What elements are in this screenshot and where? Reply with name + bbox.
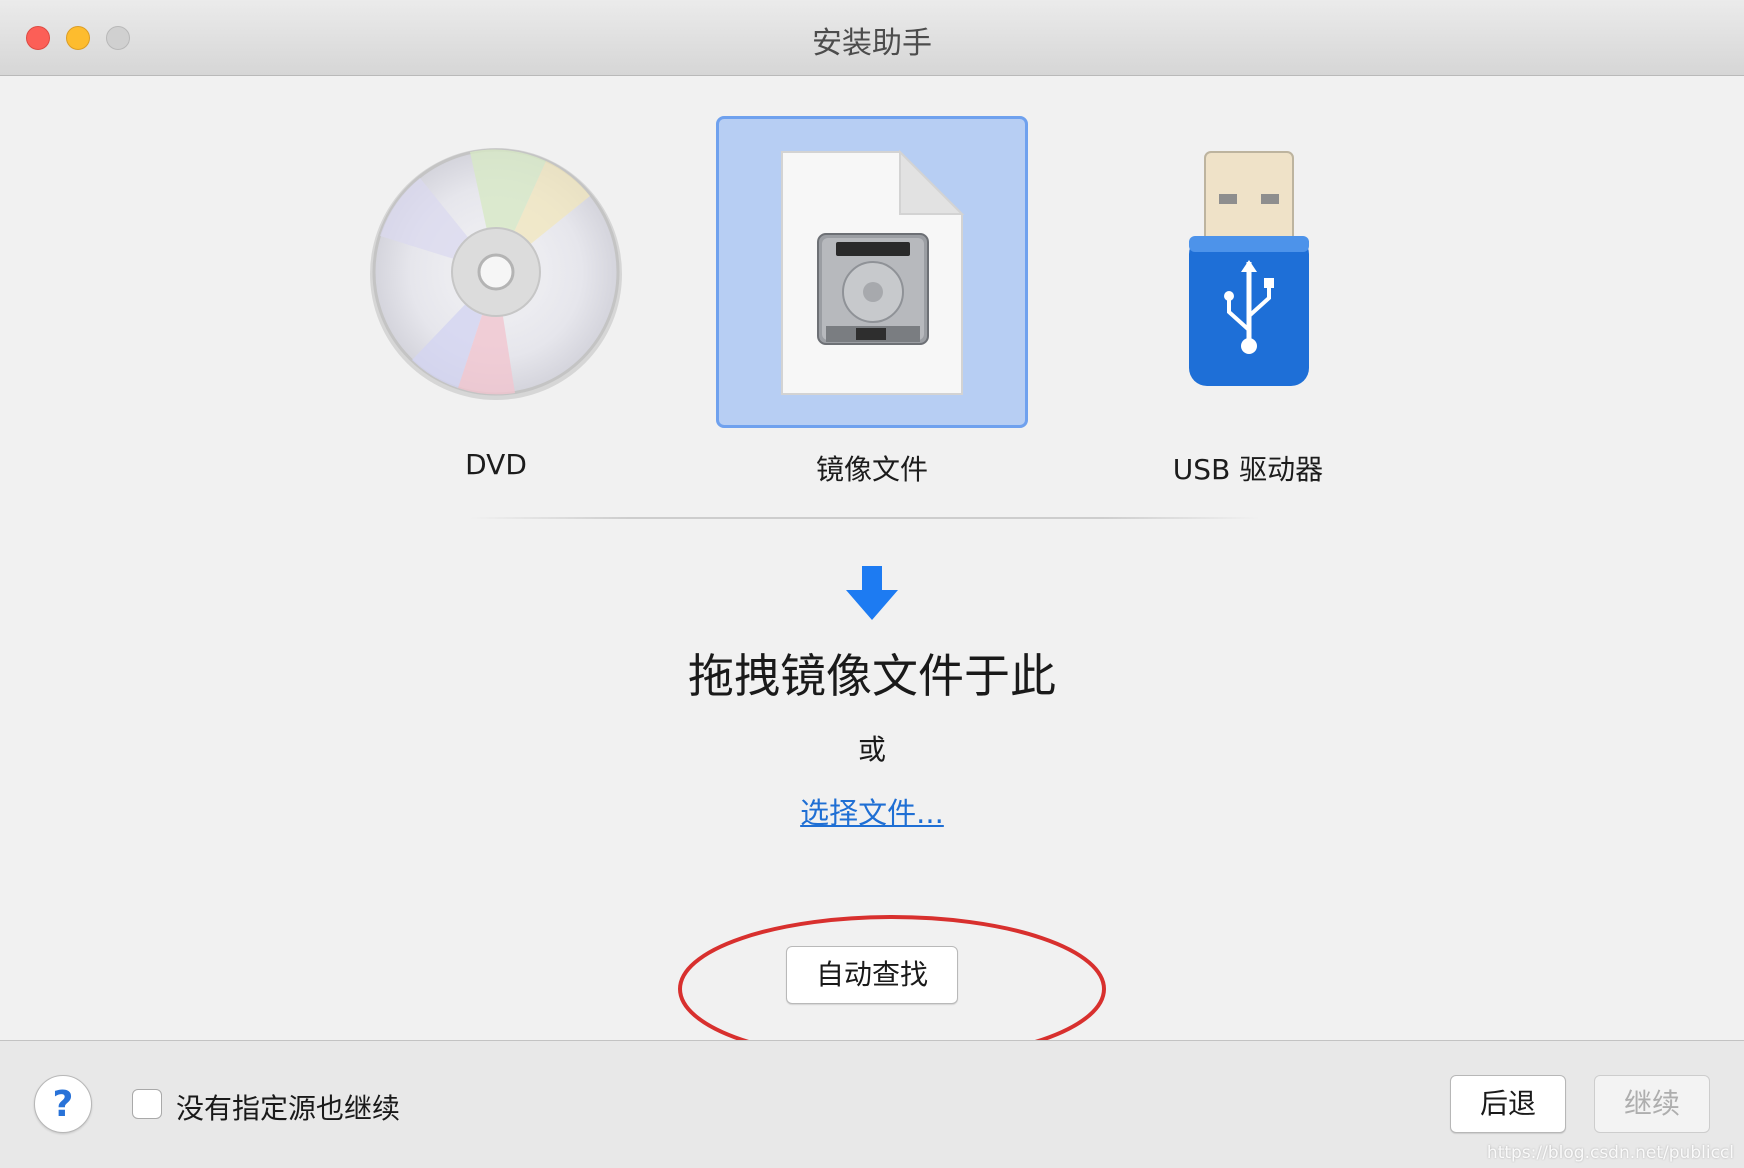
window-title: 安装助手 xyxy=(812,26,932,61)
watermark: https://blog.csdn.net/publiccl xyxy=(1486,1143,1734,1163)
source-option-usb[interactable] xyxy=(1092,116,1404,428)
help-button[interactable]: ? xyxy=(34,1075,92,1133)
bottom-toolbar: ? 没有指定源也继续 后退 继续 https://blog.csdn.net/p… xyxy=(0,1040,1744,1168)
title-bar[interactable]: 安装助手 xyxy=(0,0,1744,76)
auto-find-button[interactable]: 自动查找 xyxy=(786,946,958,1004)
source-label-image-file: 镜像文件 xyxy=(815,453,928,486)
source-label-usb: USB 驱动器 xyxy=(1172,453,1324,486)
back-button[interactable]: 后退 xyxy=(1450,1075,1566,1133)
usb-drive-icon xyxy=(1189,151,1309,386)
choose-file-link-row: 选择文件... xyxy=(0,790,1744,832)
source-label-dvd: DVD xyxy=(465,448,527,481)
choose-file-link[interactable]: 选择文件... xyxy=(800,796,944,830)
source-option-image-file[interactable] xyxy=(716,116,1028,428)
down-arrow-icon xyxy=(846,566,898,620)
divider xyxy=(470,517,1260,519)
drop-zone-title: 拖拽镜像文件于此 xyxy=(688,649,1056,703)
source-option-dvd[interactable] xyxy=(340,116,652,428)
checkbox-label[interactable]: 没有指定源也继续 xyxy=(176,1087,400,1127)
continue-without-source-checkbox[interactable] xyxy=(132,1089,162,1119)
dvd-disc-icon xyxy=(370,148,622,400)
installation-assistant-window: 安装助手 DVD 镜像文件 USB 驱动器 拖拽镜像文件于此 或 选择文件...… xyxy=(0,0,1744,1168)
continue-button: 继续 xyxy=(1594,1075,1710,1133)
disk-image-file-icon xyxy=(781,149,965,395)
or-text: 或 xyxy=(857,733,886,766)
